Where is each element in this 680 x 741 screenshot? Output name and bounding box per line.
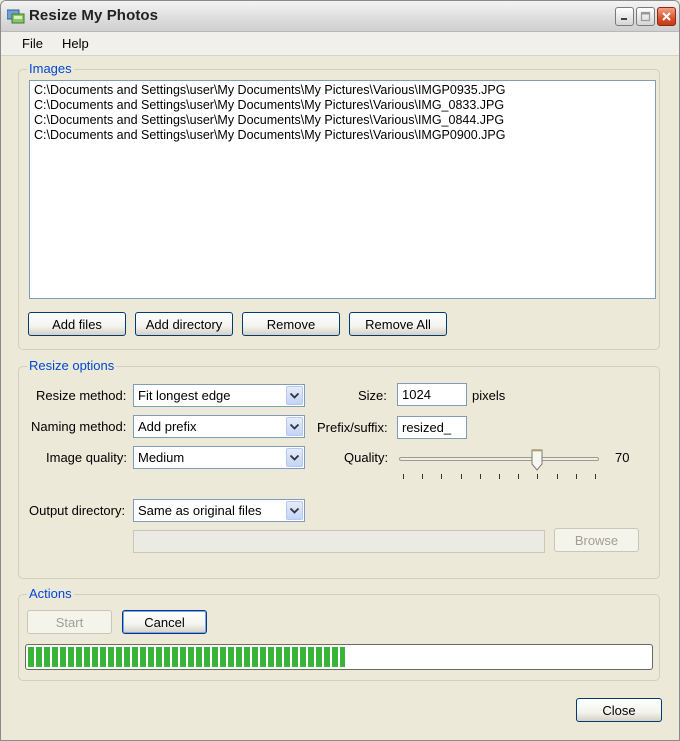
close-button[interactable]: Close — [576, 698, 662, 722]
chevron-down-icon[interactable] — [286, 417, 303, 436]
slider-tick — [575, 474, 577, 479]
list-item[interactable]: C:\Documents and Settings\user\My Docume… — [34, 113, 651, 128]
maximize-icon — [640, 11, 651, 22]
chevron-down-icon[interactable] — [286, 448, 303, 467]
quality-label: Quality: — [344, 450, 389, 465]
output-path-input — [133, 530, 545, 553]
image-file-list[interactable]: C:\Documents and Settings\user\My Docume… — [29, 80, 656, 299]
close-window-button[interactable] — [657, 7, 676, 26]
cancel-button[interactable]: Cancel — [122, 610, 207, 634]
output-directory-label: Output directory: — [29, 503, 126, 518]
quality-value-label: 70 — [615, 450, 630, 465]
resize-method-select[interactable]: Fit longest edge — [133, 384, 305, 407]
slider-tick — [422, 474, 424, 479]
prefix-suffix-label: Prefix/suffix: — [317, 420, 388, 435]
size-label: Size: — [358, 388, 387, 403]
resize-method-value: Fit longest edge — [138, 388, 231, 403]
slider-tick — [556, 474, 558, 479]
output-directory-value: Same as original files — [138, 503, 262, 518]
add-directory-button[interactable]: Add directory — [135, 312, 233, 336]
menu-help[interactable]: Help — [60, 36, 91, 51]
images-group-label: Images — [27, 61, 74, 77]
minimize-button[interactable] — [615, 7, 634, 26]
slider-tick — [595, 474, 596, 479]
title-bar[interactable]: Resize My Photos — [1, 1, 679, 32]
resize-options-group-label: Resize options — [27, 358, 117, 374]
list-item[interactable]: C:\Documents and Settings\user\My Docume… — [34, 98, 651, 113]
slider-tick — [441, 474, 443, 479]
output-directory-select[interactable]: Same as original files — [133, 499, 305, 522]
chevron-down-icon[interactable] — [286, 501, 303, 520]
progress-bar — [25, 644, 653, 670]
image-quality-label: Image quality: — [46, 450, 127, 465]
minimize-icon — [621, 18, 627, 20]
chevron-down-icon[interactable] — [286, 386, 303, 405]
window-title: Resize My Photos — [29, 7, 159, 24]
slider-thumb-icon[interactable] — [531, 449, 543, 471]
close-icon — [662, 12, 671, 21]
size-unit-label: pixels — [472, 388, 506, 403]
maximize-button[interactable] — [636, 7, 655, 26]
naming-method-label: Naming method: — [31, 419, 127, 434]
slider-tick — [518, 474, 520, 479]
start-button: Start — [27, 610, 112, 634]
list-item[interactable]: C:\Documents and Settings\user\My Docume… — [34, 83, 651, 98]
remove-button[interactable]: Remove — [242, 312, 340, 336]
slider-tick — [403, 474, 404, 479]
images-group: Images C:\Documents and Settings\user\My… — [18, 61, 660, 350]
list-item[interactable]: C:\Documents and Settings\user\My Docume… — [34, 128, 651, 143]
menu-bar: File Help — [1, 32, 679, 56]
quality-slider-track[interactable] — [399, 457, 599, 461]
app-window: Resize My Photos File Help Images C:\Doc… — [0, 0, 680, 741]
photos-app-icon — [7, 9, 25, 24]
image-quality-value: Medium — [138, 450, 185, 465]
naming-method-value: Add prefix — [138, 419, 197, 434]
add-files-button[interactable]: Add files — [28, 312, 126, 336]
image-quality-select[interactable]: Medium — [133, 446, 305, 469]
slider-tick — [460, 474, 462, 479]
resize-method-label: Resize method: — [36, 388, 127, 403]
browse-button: Browse — [554, 528, 639, 552]
slider-tick — [537, 474, 539, 479]
actions-group-label: Actions — [27, 586, 74, 602]
progress-bar-fill — [28, 647, 346, 667]
menu-file[interactable]: File — [20, 36, 45, 51]
slider-tick — [479, 474, 481, 479]
remove-all-button[interactable]: Remove All — [349, 312, 447, 336]
slider-tick — [499, 474, 500, 479]
naming-method-select[interactable]: Add prefix — [133, 415, 305, 438]
prefix-suffix-input[interactable] — [397, 416, 467, 439]
size-input[interactable] — [397, 383, 467, 406]
